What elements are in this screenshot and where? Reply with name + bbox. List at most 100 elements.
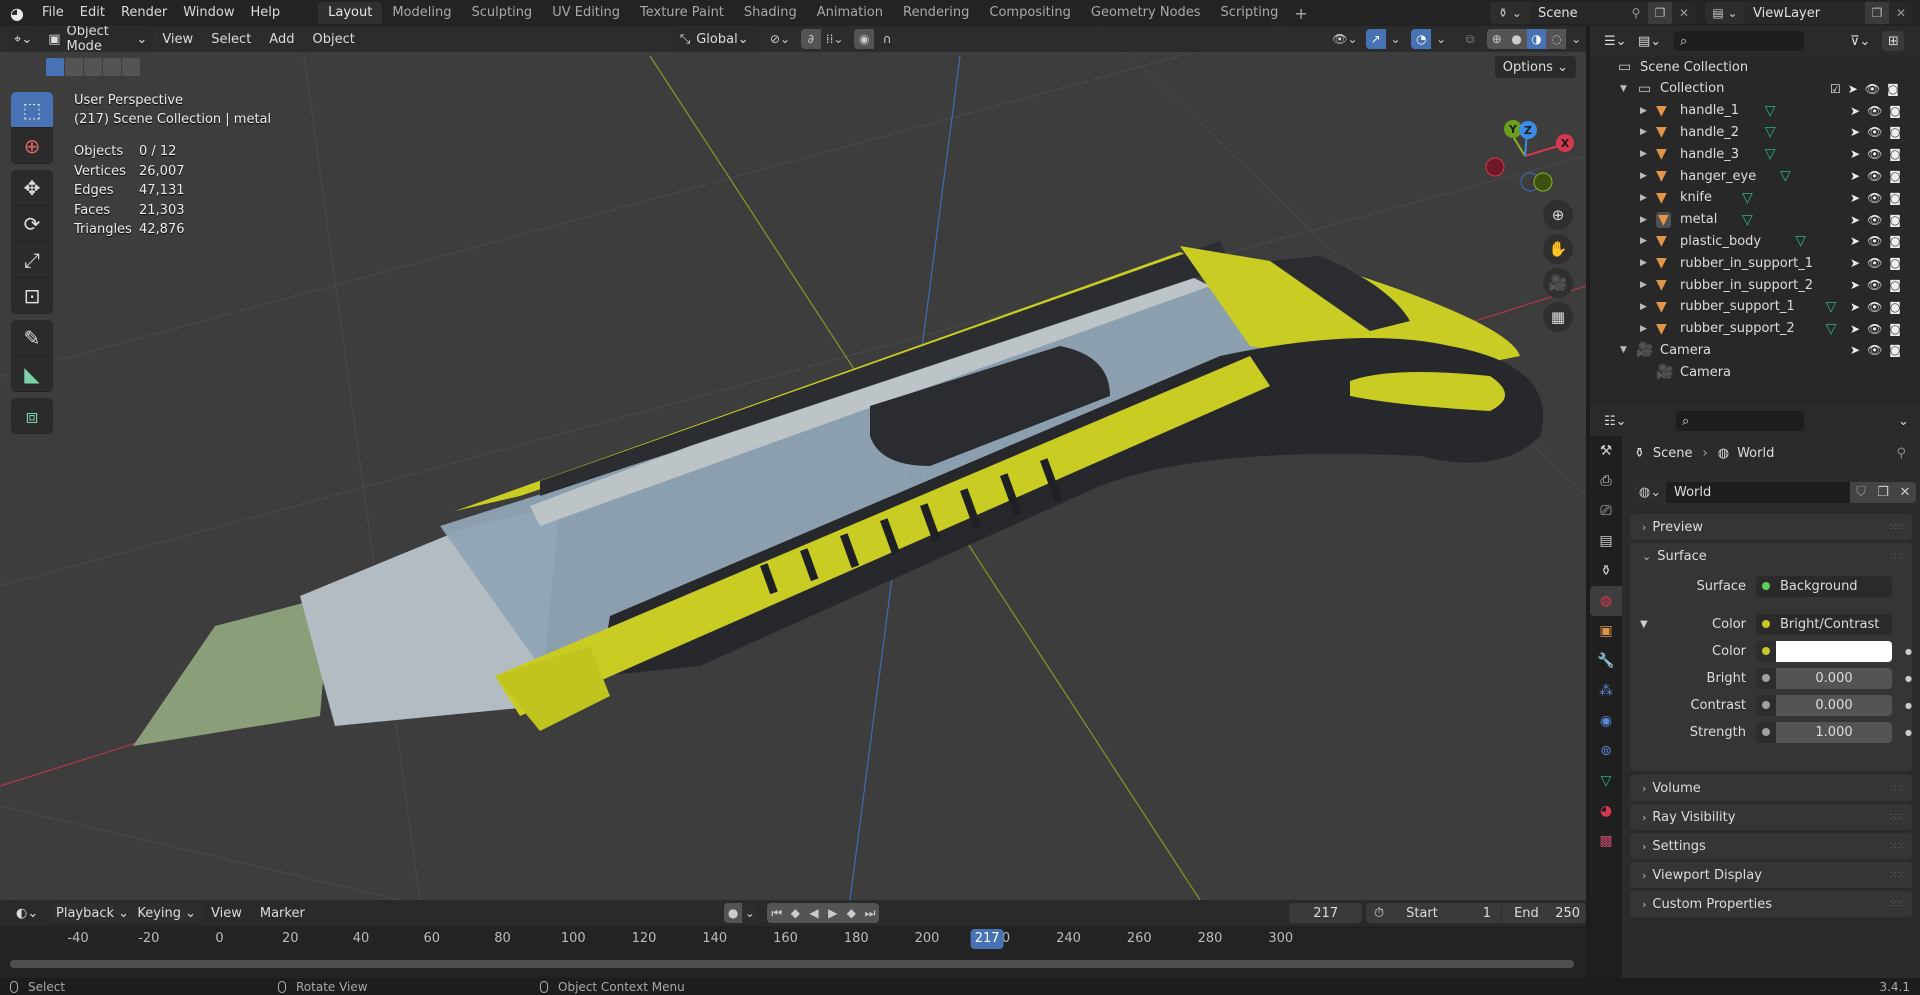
render-camera-icon[interactable]: ◙ bbox=[1887, 82, 1899, 96]
output-tab-icon[interactable]: ⎚ bbox=[1590, 496, 1622, 526]
add-cube-tool-icon[interactable]: ⧈ bbox=[11, 398, 53, 434]
render-camera-icon[interactable]: ◙ bbox=[1889, 278, 1901, 292]
outliner-object-hanger-eye[interactable]: ▶ ▼ hanger_eye ▽ ➤ 👁 ◙ bbox=[1590, 165, 1920, 187]
drag-grip-icon[interactable]: ⁙⁙ bbox=[1889, 899, 1905, 910]
drag-grip-icon[interactable]: ⁙⁙ bbox=[1889, 522, 1905, 533]
surface-shader-field[interactable]: Background bbox=[1756, 575, 1892, 597]
select-difference-icon[interactable] bbox=[103, 58, 121, 76]
view-layer-tab-icon[interactable]: ▤ bbox=[1590, 526, 1622, 556]
outliner-camera-data[interactable]: 🎥 Camera bbox=[1590, 361, 1920, 383]
expand-right-icon[interactable]: ▶ bbox=[1640, 215, 1647, 225]
utility-knife-model[interactable] bbox=[133, 241, 1544, 746]
mesh-data-icon[interactable]: ▽ bbox=[1826, 321, 1837, 337]
panel-volume[interactable]: › Volume ⁙⁙ bbox=[1630, 775, 1912, 801]
mesh-data-icon[interactable]: ▽ bbox=[1765, 146, 1776, 162]
shading-dropdown[interactable]: ⌄ bbox=[1566, 29, 1586, 49]
render-camera-icon[interactable]: ◙ bbox=[1889, 169, 1901, 183]
timeline-editor-type-icon[interactable]: ◐⌄ bbox=[10, 903, 42, 923]
playhead[interactable]: 217 bbox=[970, 929, 1004, 949]
end-frame-field[interactable]: End 250 bbox=[1502, 906, 1586, 921]
xray-toggle[interactable]: ⧉ bbox=[1459, 29, 1481, 49]
options-button[interactable]: Options ⌄ bbox=[1494, 56, 1576, 78]
gizmo-dropdown[interactable]: ⌄ bbox=[1385, 29, 1406, 49]
visibility-eye-icon[interactable]: 👁 bbox=[1867, 191, 1882, 205]
mesh-data-icon[interactable]: ▽ bbox=[1765, 103, 1776, 119]
editor-type-button[interactable]: ⌖⌄ bbox=[8, 29, 39, 49]
scene-tab-icon[interactable]: ⚱ bbox=[1590, 556, 1622, 586]
expand-down-icon[interactable]: ▼ bbox=[1620, 84, 1627, 94]
menu-file[interactable]: File bbox=[34, 0, 72, 26]
render-camera-icon[interactable]: ◙ bbox=[1889, 234, 1901, 248]
shading-rendered[interactable]: ◌ bbox=[1546, 29, 1567, 49]
play-reverse-icon[interactable]: ◀ bbox=[804, 903, 824, 923]
properties-search-input[interactable]: ⌕ bbox=[1676, 411, 1804, 431]
new-collection-icon[interactable]: ⊞ bbox=[1882, 31, 1904, 51]
tab-shading[interactable]: Shading bbox=[734, 2, 807, 24]
select-intersect-icon[interactable] bbox=[122, 58, 140, 76]
outliner-collection[interactable]: ▼ ▭ Collection ☑ ➤ 👁 ◙ bbox=[1590, 78, 1920, 100]
bright-field[interactable]: 0.000 bbox=[1756, 667, 1892, 689]
close-view-layer-icon[interactable]: ✕ bbox=[1889, 2, 1913, 24]
pin-icon[interactable]: ⚲ bbox=[1624, 2, 1648, 24]
expand-right-icon[interactable]: ▶ bbox=[1640, 302, 1647, 312]
drag-grip-icon[interactable]: ⁙⁙ bbox=[1889, 812, 1905, 823]
next-keyframe-icon[interactable]: ◆ bbox=[842, 903, 861, 923]
mesh-data-icon[interactable]: ▽ bbox=[1765, 124, 1776, 140]
tool-tab-icon[interactable]: ⚒ bbox=[1590, 436, 1622, 466]
render-camera-icon[interactable]: ◙ bbox=[1889, 322, 1901, 336]
outliner-object-handle-1[interactable]: ▶ ▼ handle_1 ▽ ➤ 👁 ◙ bbox=[1590, 100, 1920, 122]
jump-start-icon[interactable]: ⏮ bbox=[767, 903, 787, 923]
scene-icon[interactable]: ⚱ ⌄ bbox=[1490, 2, 1530, 24]
tab-compositing[interactable]: Compositing bbox=[979, 2, 1081, 24]
material-tab-icon[interactable]: ◕ bbox=[1590, 796, 1622, 826]
tab-uv-editing[interactable]: UV Editing bbox=[542, 2, 630, 24]
bc-color-field[interactable] bbox=[1756, 640, 1892, 662]
annotate-tool-icon[interactable]: ✎ bbox=[11, 320, 53, 356]
tab-layout[interactable]: Layout bbox=[318, 2, 383, 24]
scale-tool-icon[interactable]: ⤢ bbox=[11, 242, 53, 278]
render-camera-icon[interactable]: ◙ bbox=[1889, 191, 1901, 205]
viewport-menu-object[interactable]: Object bbox=[303, 32, 363, 47]
properties-options-dropdown[interactable]: ⌄ bbox=[1892, 411, 1912, 431]
panel-ray-visibility[interactable]: › Ray Visibility ⁙⁙ bbox=[1630, 804, 1912, 830]
render-camera-icon[interactable]: ◙ bbox=[1889, 147, 1901, 161]
perspective-toggle-grid-icon[interactable]: ▦ bbox=[1543, 302, 1573, 332]
keyframe-dot-icon[interactable]: ● bbox=[1905, 674, 1912, 683]
texture-tab-icon[interactable]: ▩ bbox=[1590, 826, 1622, 856]
properties-editor-type-icon[interactable]: ☷⌄ bbox=[1598, 411, 1628, 431]
mesh-data-icon[interactable]: ▽ bbox=[1742, 212, 1753, 228]
render-camera-icon[interactable]: ◙ bbox=[1889, 213, 1901, 227]
viewport-menu-view[interactable]: View bbox=[153, 32, 202, 47]
pan-view-hand-icon[interactable]: ✋ bbox=[1543, 234, 1573, 264]
pivot-point-button[interactable]: ⊘⌄ bbox=[765, 29, 795, 49]
mesh-data-icon[interactable]: ▽ bbox=[1742, 190, 1753, 206]
expand-right-icon[interactable]: ▶ bbox=[1640, 106, 1647, 116]
panel-surface[interactable]: ⌄ Surface ⁙⁙ bbox=[1630, 543, 1912, 569]
keyframe-dot-icon[interactable]: ● bbox=[1905, 647, 1912, 656]
outliner-object-rubber-in-support-1[interactable]: ▶ ▼ rubber_in_support_1 ➤ 👁 ◙ bbox=[1590, 252, 1920, 274]
drag-grip-icon[interactable]: ⁙⁙ bbox=[1889, 551, 1905, 562]
3d-viewport[interactable]: ⌖⌄ ▣ Object Mode ⌄ View Select Add Object … bbox=[0, 26, 1586, 900]
gizmo-toggle[interactable]: ↗ bbox=[1365, 29, 1386, 49]
outliner-object-rubber-support-2[interactable]: ▶ ▼ rubber_support_2 ▽ ➤ 👁 ◙ bbox=[1590, 318, 1920, 340]
snap-target-button[interactable]: ⁞⁞⌄ bbox=[820, 29, 849, 49]
selectable-arrow-icon[interactable]: ➤ bbox=[1848, 82, 1858, 96]
duplicate-world-icon[interactable]: ❐ bbox=[1872, 482, 1894, 503]
select-subtract-icon[interactable] bbox=[84, 58, 102, 76]
visibility-eye-icon[interactable]: 👁 bbox=[1867, 104, 1882, 118]
select-new-icon[interactable] bbox=[46, 58, 64, 76]
expand-right-icon[interactable]: ▶ bbox=[1640, 258, 1647, 268]
current-frame-field[interactable]: 217 bbox=[1289, 903, 1363, 923]
transform-orientation-dropdown[interactable]: ⤡ Global ⌄ bbox=[673, 29, 760, 49]
selectable-arrow-icon[interactable]: ➤ bbox=[1850, 125, 1860, 139]
snap-toggle[interactable]: ∂ bbox=[800, 29, 821, 49]
add-workspace-icon[interactable]: + bbox=[1288, 4, 1313, 23]
tab-texture-paint[interactable]: Texture Paint bbox=[630, 2, 734, 24]
expand-right-icon[interactable]: ▶ bbox=[1640, 171, 1647, 181]
selectable-arrow-icon[interactable]: ➤ bbox=[1850, 104, 1860, 118]
physics-tab-icon[interactable]: ◉ bbox=[1590, 706, 1622, 736]
drag-grip-icon[interactable]: ⁙⁙ bbox=[1889, 783, 1905, 794]
render-camera-icon[interactable]: ◙ bbox=[1889, 104, 1901, 118]
drag-grip-icon[interactable]: ⁙⁙ bbox=[1889, 841, 1905, 852]
prev-keyframe-icon[interactable]: ◆ bbox=[786, 903, 805, 923]
